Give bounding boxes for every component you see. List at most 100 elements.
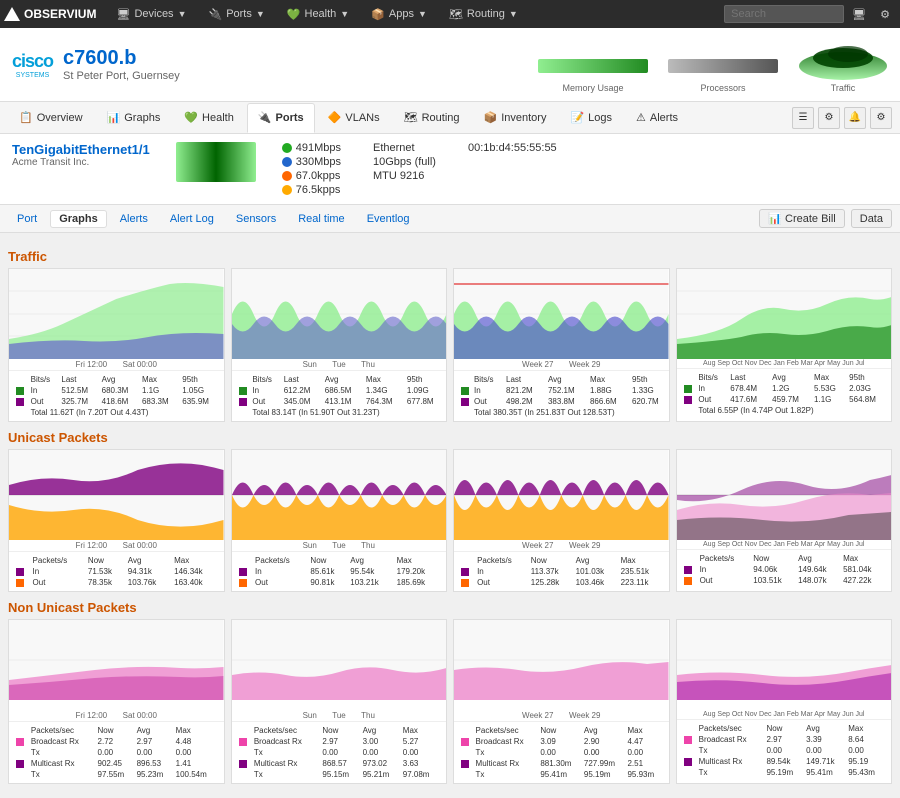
traffic-chart-month-footer: Bits/sLastAvgMax95th In821.2M752.1M1.88G… xyxy=(454,370,669,421)
speed-in-dot xyxy=(282,143,292,153)
ports-icon: 🔌 xyxy=(208,8,222,21)
speed3-value: 67.0kpps xyxy=(296,170,341,182)
speed3-dot xyxy=(282,171,292,181)
nonunicast-chart-month-graph xyxy=(454,620,669,710)
routing-icon: 🗺 xyxy=(449,8,463,21)
speed4: 76.5kpps xyxy=(282,184,341,196)
brand-name: OBSERVIUM xyxy=(24,7,96,21)
unicast-title: Unicast Packets xyxy=(8,430,892,445)
traffic-chart-week-graph xyxy=(232,269,447,359)
nonunicast-2day-legend: Packets/secNowAvgMax Broadcast Rx2.722.9… xyxy=(13,724,220,781)
tab-gear-btn[interactable]: ⚙ xyxy=(818,107,840,129)
traffic-chart-year-timelabel: Aug Sep Oct Nov Dec Jan Feb Mar Apr May … xyxy=(677,359,892,368)
nonunicast-chart-week: Sun Tue Thu Packets/secNowAvgMax Broadca… xyxy=(231,619,448,784)
devices-caret: ▼ xyxy=(178,9,187,19)
tab-ports[interactable]: 🔌 Ports xyxy=(247,103,315,133)
apps-caret: ▼ xyxy=(418,9,427,19)
tab-logs-icon: 📝 xyxy=(570,111,584,124)
speed3: 67.0kpps xyxy=(282,170,341,182)
search-input[interactable] xyxy=(724,5,844,23)
unicast-charts: Fri 12:00 Sat 00:00 Packets/sNowAvgMax I… xyxy=(8,449,892,592)
port-duplex: 10Gbps (full) xyxy=(373,156,436,168)
nonunicast-2day-footer: Packets/secNowAvgMax Broadcast Rx2.722.9… xyxy=(9,721,224,783)
tab-health[interactable]: 💚 Health xyxy=(173,103,245,133)
unicast-week-timelabel: Sun Tue Thu xyxy=(232,540,447,551)
speed-in: 491Mbps xyxy=(282,142,341,154)
settings-icon-btn[interactable]: ⚙ xyxy=(874,0,896,28)
nonunicast-chart-month: Week 27 Week 29 Packets/secNowAvgMax Bro… xyxy=(453,619,670,784)
port-name-area: TenGigabitEthernet1/1 Acme Transit Inc. xyxy=(12,142,150,168)
data-button[interactable]: Data xyxy=(851,209,892,228)
in-legend-w xyxy=(239,387,247,395)
nonunicast-year-legend: Packets/secNowAvgMax Broadcast Rx2.973.3… xyxy=(681,722,888,779)
uout-w xyxy=(239,579,247,587)
port-tab-realtime[interactable]: Real time xyxy=(289,210,353,228)
traffic-section: Traffic Fri 12:00 Sat xyxy=(8,249,892,422)
tab-vlans-icon: 🔶 xyxy=(328,111,342,124)
traffic-chart-week-timelabel: Sun Tue Thu xyxy=(232,359,447,370)
create-bill-button[interactable]: 📊 Create Bill xyxy=(759,209,845,228)
unicast-chart-2day: Fri 12:00 Sat 00:00 Packets/sNowAvgMax I… xyxy=(8,449,225,592)
unicast-svg-month xyxy=(454,450,669,540)
traffic-chart-2day-graph xyxy=(9,269,224,359)
tab-vlans[interactable]: 🔶 VLANs xyxy=(317,103,391,133)
port-type: Ethernet xyxy=(373,142,436,154)
nav-devices[interactable]: 🖥 Devices ▼ xyxy=(106,0,196,28)
port-tab-sensors[interactable]: Sensors xyxy=(227,210,285,228)
unicast-year-timelabel: Aug Sep Oct Nov Dec Jan Feb Mar Apr May … xyxy=(677,540,892,549)
tab-inventory[interactable]: 📦 Inventory xyxy=(473,103,558,133)
tab-logs[interactable]: 📝 Logs xyxy=(559,103,623,133)
traffic-chart-month-graph xyxy=(454,269,669,359)
tab-routing-icon: 🗺 xyxy=(404,111,418,124)
nonunicast-title: Non Unicast Packets xyxy=(8,600,892,615)
nonunicast-year-timelabel: Aug Sep Oct Nov Dec Jan Feb Mar Apr May … xyxy=(677,710,892,719)
port-tab-alertlog[interactable]: Alert Log xyxy=(161,210,223,228)
traffic-chart-year-footer: Bits/sLastAvgMax95th In678.4M1.2G5.53G2.… xyxy=(677,368,892,419)
unicast-chart-month: Week 27 Week 29 Packets/sNowAvgMax In113… xyxy=(453,449,670,592)
tab-bell-btn[interactable]: 🔔 xyxy=(844,107,866,129)
ports-caret: ▼ xyxy=(256,9,265,19)
nonunicast-chart-week-graph xyxy=(232,620,447,710)
unicast-week-footer: Packets/sNowAvgMax In85.61k95.54k179.20k… xyxy=(232,551,447,591)
memory-usage-stat: Memory Usage xyxy=(538,51,648,93)
traffic-chart-week: Sun Tue Thu Bits/sLastAvgMax95th In612.2… xyxy=(231,268,448,422)
tab-overview[interactable]: 📋 Overview xyxy=(8,103,94,133)
screen-icon-btn[interactable]: 🖥 xyxy=(846,0,872,28)
processor-label: Processors xyxy=(668,83,778,93)
mcast-rx-leg xyxy=(16,760,24,768)
tab-settings2-btn[interactable]: ⚙ xyxy=(870,107,892,129)
unicast-month-legend: Packets/sNowAvgMax In113.37k101.03k235.5… xyxy=(458,554,665,589)
out-legend-w xyxy=(239,398,247,406)
speed4-value: 76.5kpps xyxy=(296,184,341,196)
tab-graphs[interactable]: 📊 Graphs xyxy=(96,103,172,133)
main-tabs: 📋 Overview 📊 Graphs 💚 Health 🔌 Ports 🔶 V… xyxy=(0,102,900,134)
port-tab-port[interactable]: Port xyxy=(8,210,46,228)
nav-health[interactable]: 💚 Health ▼ xyxy=(277,0,359,28)
nonunicast-svg-year xyxy=(677,620,892,700)
speed4-dot xyxy=(282,185,292,195)
traffic-stat: Traffic xyxy=(798,36,888,93)
port-mtu: MTU 9216 xyxy=(373,170,436,182)
tab-alerts[interactable]: ⚠ Alerts xyxy=(625,103,689,133)
tab-alerts-icon: ⚠ xyxy=(636,111,646,124)
unicast-section: Unicast Packets Fri 12:00 Sat 00:00 xyxy=(8,430,892,592)
port-tab-alerts[interactable]: Alerts xyxy=(111,210,157,228)
port-info: TenGigabitEthernet1/1 Acme Transit Inc. … xyxy=(0,134,900,205)
memory-graph xyxy=(538,51,648,81)
unicast-svg-2day xyxy=(9,450,224,540)
port-tab-eventlog[interactable]: Eventlog xyxy=(358,210,419,228)
nonunicast-chart-year: Aug Sep Oct Nov Dec Jan Feb Mar Apr May … xyxy=(676,619,893,784)
nav-routing[interactable]: 🗺 Routing ▼ xyxy=(439,0,528,28)
tab-list-btn[interactable]: ☰ xyxy=(792,107,814,129)
nav-ports[interactable]: 🔌 Ports ▼ xyxy=(198,0,274,28)
port-tab-graphs[interactable]: Graphs xyxy=(50,210,107,228)
out-legend-m xyxy=(461,398,469,406)
uout-y xyxy=(684,577,692,585)
traffic-charts: Fri 12:00 Sat 00:00 Bits/sLastAvgMax95th… xyxy=(8,268,892,422)
memory-label: Memory Usage xyxy=(538,83,648,93)
tab-routing[interactable]: 🗺 Routing xyxy=(393,103,471,133)
unicast-chart-year-graph xyxy=(677,450,892,540)
traffic-2day-legend: Bits/sLastAvgMax95th In512.5M680.3M1.1G1… xyxy=(13,373,220,419)
nav-apps[interactable]: 📦 Apps ▼ xyxy=(361,0,437,28)
tab-action-icons: ☰ ⚙ 🔔 ⚙ xyxy=(792,107,892,129)
